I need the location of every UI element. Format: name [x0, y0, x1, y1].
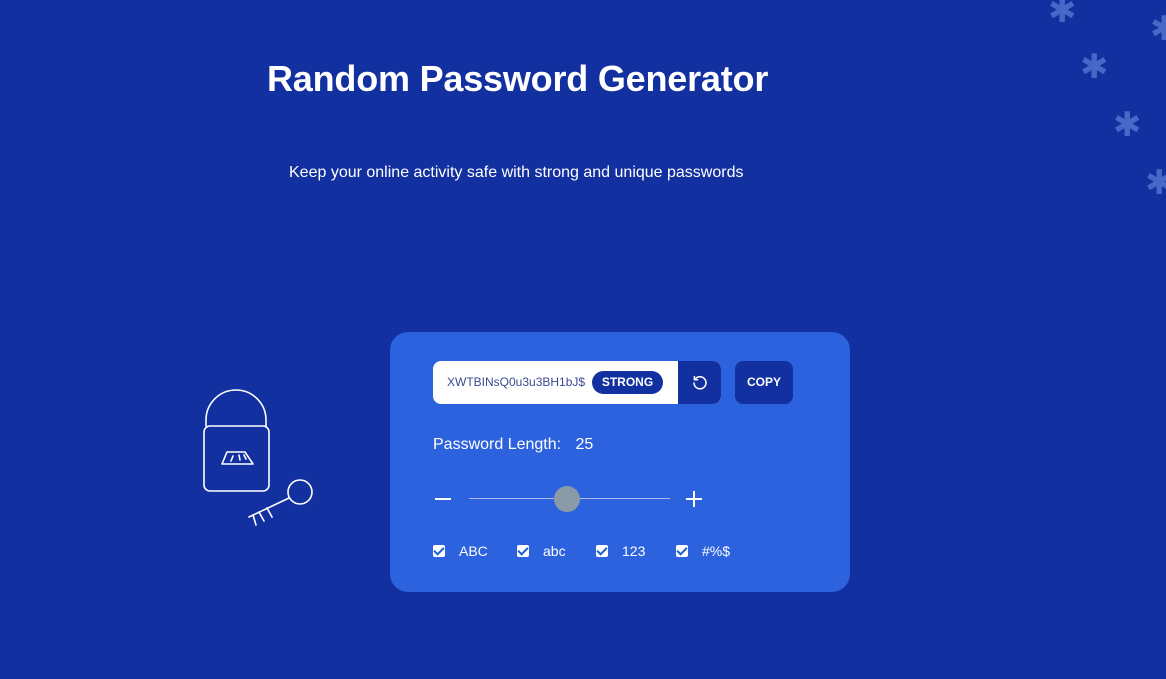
- option-numbers[interactable]: 123: [596, 542, 645, 560]
- option-symbols[interactable]: #%$: [676, 542, 730, 560]
- page-subtitle: Keep your online activity safe with stro…: [289, 164, 744, 181]
- length-slider-row: [433, 484, 713, 514]
- option-label: 123: [622, 543, 646, 559]
- password-length-value: 25: [575, 436, 594, 453]
- password-display[interactable]: XWTBINsQ0u3u3BH1bJ$ STRONG: [433, 361, 721, 404]
- uppercase-checkbox[interactable]: [433, 545, 445, 557]
- option-lowercase[interactable]: abc: [517, 542, 566, 560]
- lock-and-key-icon: [195, 385, 325, 540]
- lowercase-checkbox[interactable]: [517, 545, 529, 557]
- symbols-checkbox[interactable]: [676, 545, 688, 557]
- asterisk-icon: ✱: [1048, 0, 1077, 30]
- asterisk-icon: ✱: [1113, 106, 1142, 144]
- password-length: Password Length: 25: [433, 436, 593, 454]
- password-text: XWTBINsQ0u3u3BH1bJ$: [447, 375, 586, 389]
- copy-button[interactable]: COPY: [735, 361, 793, 404]
- option-label: abc: [543, 543, 566, 559]
- plus-icon[interactable]: [682, 484, 706, 514]
- asterisk-icon: ✱: [1145, 164, 1166, 202]
- minus-icon[interactable]: [431, 484, 455, 514]
- numbers-checkbox[interactable]: [596, 545, 608, 557]
- page-title: Random Password Generator: [267, 58, 769, 99]
- refresh-icon: [692, 375, 707, 390]
- option-label: #%$: [702, 543, 731, 559]
- asterisk-icon: ✱: [1150, 10, 1166, 48]
- generator-card: XWTBINsQ0u3u3BH1bJ$ STRONG COPY Password…: [390, 332, 850, 592]
- asterisk-icon: ✱: [1080, 48, 1109, 86]
- option-uppercase[interactable]: ABC: [433, 542, 488, 560]
- option-label: ABC: [459, 543, 488, 559]
- password-length-label: Password Length:: [433, 436, 562, 453]
- page: ✱ ✱ ✱ ✱ ✱ Random Password Generator Keep…: [0, 0, 1166, 679]
- strength-badge: STRONG: [592, 371, 663, 394]
- refresh-button[interactable]: [678, 361, 721, 404]
- length-slider-thumb[interactable]: [554, 486, 581, 512]
